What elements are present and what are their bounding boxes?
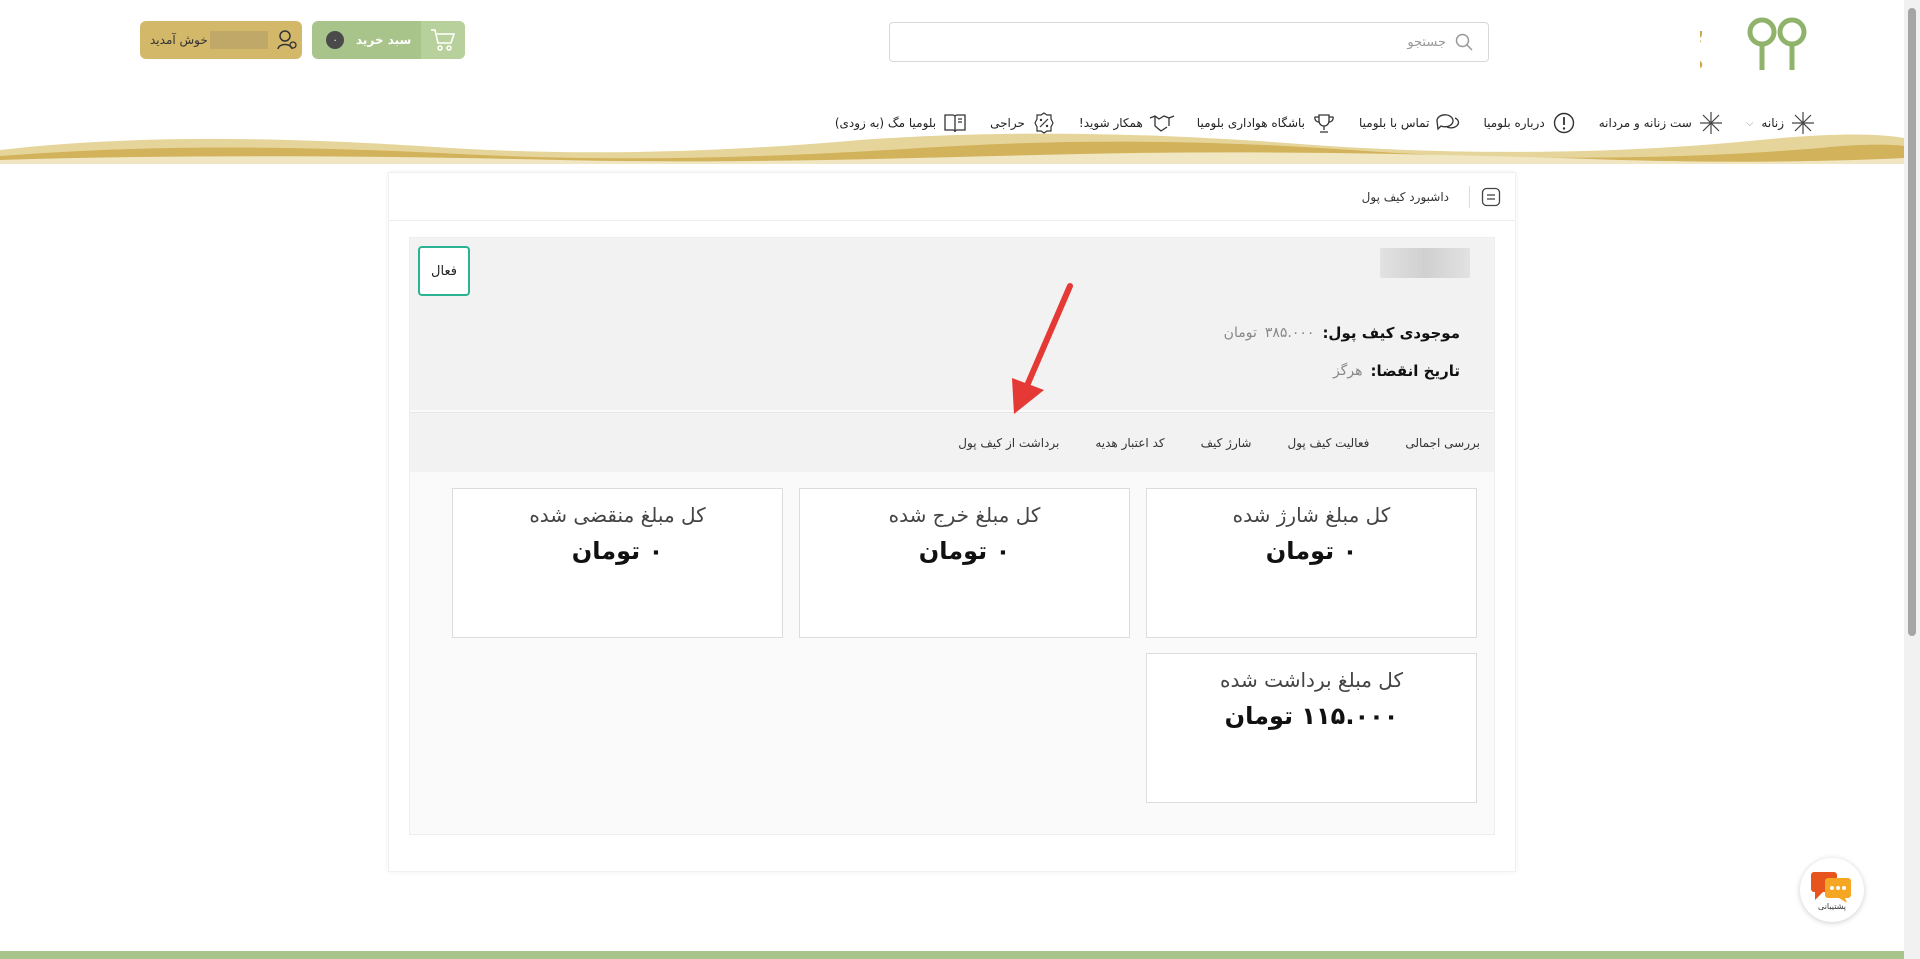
search-icon[interactable] (1452, 30, 1476, 54)
stat-total-withdrawn: کل مبلغ برداشت شده ۱۱۵.۰۰۰ تومان (1146, 653, 1477, 803)
user-name-redacted (209, 31, 268, 49)
wallet-dashboard-panel: داشبورد کیف پول فعال موجودی کیف پول: ۳۸۵… (388, 172, 1516, 872)
stat-value: ۱۱۵.۰۰۰ تومان (1224, 702, 1399, 730)
cart-icon (421, 21, 465, 59)
stat-value: ۰ تومان (1265, 537, 1358, 565)
cart-button[interactable]: ۰ سبد خرید (312, 21, 465, 59)
welcome-label: خوش آمدید (150, 33, 208, 47)
tab-withdraw[interactable]: برداشت از کیف پول (958, 436, 1059, 450)
search-box (889, 22, 1489, 62)
balance-unit: تومان (1223, 325, 1257, 341)
decorative-wave (0, 133, 1904, 164)
site-header: بلو میا ۰ سبد خرید خوش آمدید زنانه ⌵ (0, 0, 1904, 165)
panel-header: داشبورد کیف پول (389, 173, 1515, 221)
user-icon (276, 29, 298, 51)
wallet-tabs: بررسی اجمالی فعالیت کیف پول شارژ کیف کد … (410, 412, 1494, 472)
cart-label: سبد خرید (356, 33, 412, 47)
tab-wallet-activity[interactable]: فعالیت کیف پول (1287, 436, 1369, 450)
search-input[interactable] (906, 34, 1446, 50)
svg-text:بلو: بلو (1700, 16, 1704, 44)
stat-total-charged: کل مبلغ شارژ شده ۰ تومان (1146, 488, 1477, 638)
svg-text:میا: میا (1700, 46, 1704, 74)
expiry-label: تاریخ انقضا: (1370, 362, 1460, 380)
chat-bubble-icon (1811, 871, 1851, 903)
stat-value: ۰ تومان (918, 537, 1011, 565)
expiry-value: هرگز (1332, 363, 1363, 379)
stat-label: کل مبلغ منقضی شده (529, 503, 706, 527)
tab-gift-credit-code[interactable]: کد اعتبار هدیه (1095, 436, 1164, 450)
balance-value: ۳۸۵.۰۰۰ تومان (1224, 325, 1315, 341)
footer-strip (0, 951, 1904, 959)
stat-total-expired: کل مبلغ منقضی شده ۰ تومان (452, 488, 783, 638)
chevron-down-icon: ⌵ (1745, 117, 1754, 129)
stat-label: کل مبلغ خرج شده (888, 503, 1041, 527)
tab-topup[interactable]: شارژ کیف (1201, 436, 1252, 450)
menu-toggle-icon[interactable] (1469, 185, 1503, 208)
stat-label: کل مبلغ شارژ شده (1232, 503, 1391, 527)
page-scrollbar[interactable] (1904, 0, 1920, 959)
stat-total-spent: کل مبلغ خرج شده ۰ تومان (799, 488, 1130, 638)
tab-overview[interactable]: بررسی اجمالی (1405, 436, 1480, 450)
stat-label: کل مبلغ برداشت شده (1220, 668, 1403, 692)
scrollbar-thumb[interactable] (1908, 8, 1916, 636)
balance-amount: ۳۸۵.۰۰۰ (1264, 325, 1315, 341)
expiry-line: تاریخ انقضا: هرگز (1333, 362, 1460, 380)
support-label: پشتیبانی (1818, 901, 1846, 911)
wallet-id-redacted (1380, 248, 1470, 278)
balance-label: موجودی کیف پول: (1322, 324, 1460, 342)
wallet-card: فعال موجودی کیف پول: ۳۸۵.۰۰۰ تومان تاریخ … (409, 237, 1495, 835)
cart-count-badge: ۰ (326, 31, 344, 49)
bloomia-logo[interactable]: بلو میا (1700, 10, 1822, 74)
support-chat-button[interactable]: پشتیبانی (1800, 858, 1864, 922)
stat-value: ۰ تومان (571, 537, 664, 565)
wallet-summary: فعال موجودی کیف پول: ۳۸۵.۰۰۰ تومان تاریخ … (410, 238, 1494, 410)
panel-title: داشبورد کیف پول (1361, 189, 1449, 204)
account-button[interactable]: خوش آمدید (140, 21, 302, 59)
balance-line: موجودی کیف پول: ۳۸۵.۰۰۰ تومان (1224, 324, 1460, 342)
status-badge: فعال (418, 246, 470, 296)
